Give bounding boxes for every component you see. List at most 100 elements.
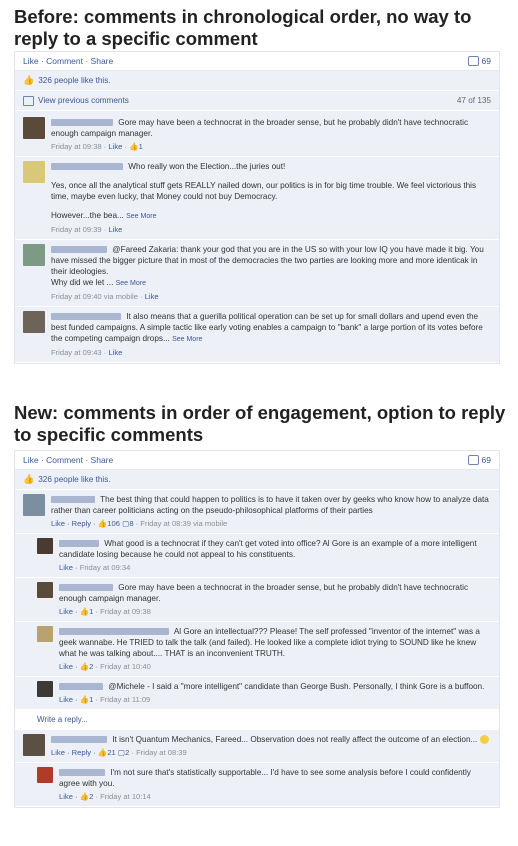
reply: Gore may have been a technocrat in the b… bbox=[15, 578, 499, 622]
like-link[interactable]: Like · bbox=[59, 792, 78, 801]
comment-meta: Like · Reply · 👍106 ▢8 · Friday at 08:39… bbox=[51, 519, 228, 528]
view-previous-row: View previous comments 47 of 135 bbox=[15, 91, 499, 111]
like-link[interactable]: Like · bbox=[59, 662, 78, 671]
comment-meta: Like · 👍2 · Friday at 10:40 bbox=[59, 662, 151, 671]
comment-count[interactable]: 69 bbox=[467, 455, 491, 465]
after-panel: Like · Comment · Share 69 👍 326 people l… bbox=[14, 450, 500, 808]
avatar[interactable] bbox=[37, 626, 53, 642]
commenter-name[interactable] bbox=[51, 246, 107, 254]
like-reply-links[interactable]: Like · Reply · bbox=[51, 519, 96, 528]
comment-meta: Like · 👍1 · Friday at 11:09 bbox=[59, 695, 151, 704]
comment-text: Gore may have been a technocrat in the b… bbox=[51, 118, 469, 138]
comment-text: What good is a technocrat if they can't … bbox=[59, 539, 477, 559]
pager-text: 47 of 135 bbox=[456, 96, 491, 105]
commenter-name[interactable] bbox=[59, 540, 99, 548]
avatar[interactable] bbox=[23, 244, 45, 266]
see-more-link[interactable]: See More bbox=[172, 336, 202, 343]
like-link[interactable]: Like · bbox=[59, 695, 78, 704]
reply: Al Gore an intellectual??? Please! The s… bbox=[15, 622, 499, 677]
thumbs-up-icon: 👍 bbox=[23, 75, 35, 85]
commenter-name[interactable] bbox=[59, 683, 103, 691]
comment-count[interactable]: 69 bbox=[467, 56, 491, 66]
like-count-icon[interactable]: 👍 bbox=[98, 519, 107, 528]
like-count-icon[interactable]: 👍 bbox=[98, 748, 107, 757]
comment: Gore may have been a technocrat in the b… bbox=[15, 111, 499, 157]
like-link[interactable]: Like bbox=[108, 225, 122, 234]
like-count-icon[interactable]: 👍 bbox=[80, 695, 89, 704]
avatar[interactable] bbox=[37, 681, 53, 697]
comment: Who really won the Election...the juries… bbox=[15, 157, 499, 240]
post-actions[interactable]: Like · Comment · Share bbox=[23, 56, 113, 66]
avatar[interactable] bbox=[23, 494, 45, 516]
comment-meta: Friday at 09:43 · Like bbox=[51, 348, 123, 357]
comment-text: The best thing that could happen to poli… bbox=[51, 495, 489, 515]
post-actions-bar: Like · Comment · Share 69 bbox=[15, 451, 499, 470]
like-link[interactable]: Like · bbox=[59, 563, 78, 572]
like-count-icon[interactable]: 👍 bbox=[80, 792, 89, 801]
like-link[interactable]: Like bbox=[145, 292, 159, 301]
like-count-icon[interactable]: 👍 bbox=[129, 142, 138, 151]
see-more-link[interactable]: See More bbox=[126, 213, 156, 220]
comment-meta: Friday at 09:40 via mobile · Like bbox=[51, 292, 159, 301]
avatar[interactable] bbox=[23, 117, 45, 139]
commenter-name[interactable] bbox=[51, 736, 107, 744]
commenter-name[interactable] bbox=[51, 119, 113, 127]
smiley-icon bbox=[479, 735, 489, 745]
before-heading: Before: comments in chronological order,… bbox=[14, 6, 472, 49]
comment: It isn't Quantum Mechanics, Fareed... Ob… bbox=[15, 730, 499, 763]
comments-icon bbox=[23, 95, 34, 106]
comment-text: @Fareed Zakaria: thank your god that you… bbox=[51, 245, 484, 276]
comment-meta: Like · 👍1 · Friday at 09:38 bbox=[59, 607, 151, 616]
write-reply-row: Write a reply... bbox=[15, 710, 499, 730]
reply: What good is a technocrat if they can't … bbox=[15, 534, 499, 578]
comment-text: @Michele - I said a "more intelligent" c… bbox=[108, 682, 485, 691]
commenter-name[interactable] bbox=[59, 769, 105, 777]
comment-text: I'm not sure that's statistically suppor… bbox=[59, 768, 471, 788]
post-actions-bar: Like · Comment · Share 69 bbox=[15, 52, 499, 71]
comment: It also means that a guerilla political … bbox=[15, 307, 499, 363]
like-link[interactable]: Like bbox=[108, 142, 122, 151]
like-count-icon[interactable]: 👍 bbox=[80, 607, 89, 616]
comment-bubble-icon bbox=[467, 56, 479, 66]
avatar[interactable] bbox=[23, 311, 45, 333]
comment-bubble-icon bbox=[467, 455, 479, 465]
avatar[interactable] bbox=[37, 582, 53, 598]
comment: @Fareed Zakaria: thank your god that you… bbox=[15, 240, 499, 307]
write-reply-input[interactable]: Write a reply... bbox=[37, 715, 88, 724]
comment-text: However...the bea... bbox=[51, 211, 124, 220]
post-actions[interactable]: Like · Comment · Share bbox=[23, 455, 113, 465]
comment-meta: Like · 👍2 · Friday at 10:14 bbox=[59, 792, 151, 801]
commenter-name[interactable] bbox=[59, 628, 169, 636]
avatar[interactable] bbox=[37, 538, 53, 554]
comment-text: Gore may have been a technocrat in the b… bbox=[59, 583, 469, 603]
likes-text[interactable]: 326 people like this. bbox=[38, 75, 110, 86]
comment-text: Yes, once all the analytical stuff gets … bbox=[51, 181, 477, 201]
thumbs-up-icon: 👍 bbox=[23, 474, 35, 484]
view-previous-link[interactable]: View previous comments bbox=[38, 95, 129, 106]
commenter-name[interactable] bbox=[51, 496, 95, 504]
after-heading: New: comments in order of engagement, op… bbox=[14, 402, 506, 445]
like-link[interactable]: Like · bbox=[59, 607, 78, 616]
avatar[interactable] bbox=[23, 734, 45, 756]
comment-text: Who really won the Election...the juries… bbox=[128, 162, 286, 171]
likes-text[interactable]: 326 people like this. bbox=[38, 474, 110, 485]
comment: The best thing that could happen to poli… bbox=[15, 490, 499, 534]
comment-text: Why did we let ... bbox=[51, 278, 114, 287]
comment-meta: Friday at 09:39 · Like bbox=[51, 225, 123, 234]
comment-text: It isn't Quantum Mechanics, Fareed... Ob… bbox=[112, 735, 478, 744]
comment-meta: Like · Friday at 09:34 bbox=[59, 563, 131, 572]
reply: @Michele - I said a "more intelligent" c… bbox=[15, 677, 499, 710]
comment-meta: Friday at 09:38 · Like · 👍1 bbox=[51, 142, 143, 151]
avatar[interactable] bbox=[37, 767, 53, 783]
like-reply-links[interactable]: Like · Reply · bbox=[51, 748, 96, 757]
like-link[interactable]: Like bbox=[108, 348, 122, 357]
commenter-name[interactable] bbox=[51, 163, 123, 171]
commenter-name[interactable] bbox=[51, 313, 121, 321]
before-panel: Like · Comment · Share 69 👍 326 people l… bbox=[14, 51, 500, 364]
reply: I'm not sure that's statistically suppor… bbox=[15, 763, 499, 807]
see-more-link[interactable]: See More bbox=[116, 280, 146, 287]
commenter-name[interactable] bbox=[59, 584, 113, 592]
avatar[interactable] bbox=[23, 161, 45, 183]
likes-row: 👍 326 people like this. bbox=[15, 470, 499, 490]
like-count-icon[interactable]: 👍 bbox=[80, 662, 89, 671]
